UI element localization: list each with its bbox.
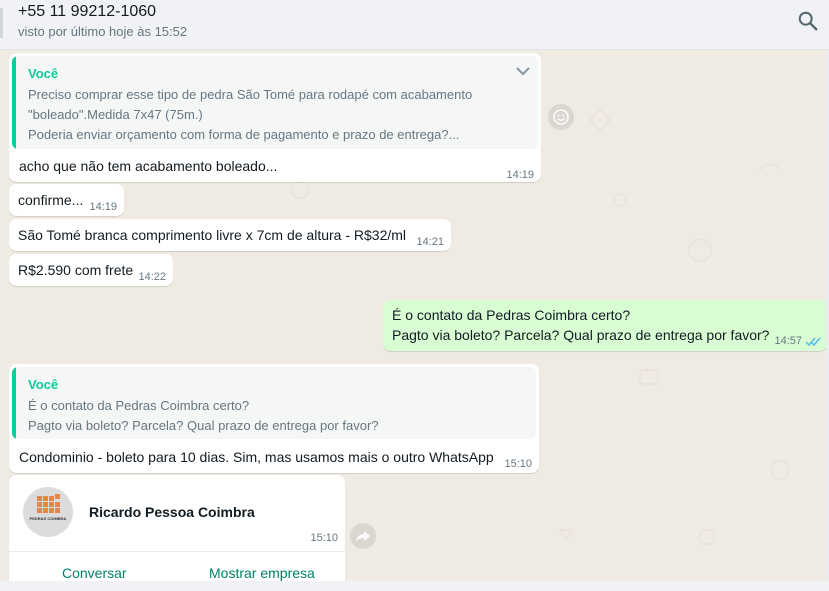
incoming-message-reply[interactable]: Você Preciso comprar esse tipo de pedra … <box>9 53 541 182</box>
quote-line: Poderia enviar orçamento com forma de pa… <box>28 127 460 142</box>
outgoing-message[interactable]: É o contato da Pedras Coimbra certo? Pag… <box>383 300 827 351</box>
chevron-down-icon[interactable] <box>516 66 530 76</box>
incoming-message[interactable]: R$2.590 com frete 14:22 <box>9 254 173 286</box>
message-text: R$2.590 com frete <box>18 262 134 278</box>
quote-author: Você <box>28 66 59 81</box>
message-text-line: É o contato da Pedras Coimbra certo? <box>392 307 631 323</box>
company-logo-text: PEDRAS COIMBRA <box>29 516 67 521</box>
message-text: confirme... <box>18 192 84 208</box>
message-time: 14:22 <box>138 271 166 283</box>
message-text: acho que não tem acabamento boleado... <box>19 158 278 174</box>
chat-with-contact-button[interactable]: Conversar <box>62 565 127 581</box>
show-business-button[interactable]: Mostrar empresa <box>209 565 315 581</box>
forward-button[interactable] <box>350 523 376 549</box>
message-time: 14:57 <box>774 335 802 347</box>
smiley-icon <box>553 109 569 125</box>
quote-line: "boleado".Medida 7x47 (75m.) <box>28 107 203 122</box>
incoming-message-reply[interactable]: Você É o contato da Pedras Coimbra certo… <box>9 364 539 473</box>
last-seen-status: visto por último hoje às 15:52 <box>18 24 188 39</box>
chat-header: +55 11 99212-1060 visto por último hoje … <box>0 0 829 50</box>
card-divider <box>9 551 345 552</box>
quote-accent-bar <box>12 56 16 149</box>
read-receipt-icon <box>805 337 821 347</box>
chat-area: Você Preciso comprar esse tipo de pedra … <box>0 50 829 581</box>
composer-edge <box>0 581 829 591</box>
search-icon[interactable] <box>797 10 819 32</box>
quote-author: Você <box>28 377 59 392</box>
header-edge <box>0 8 3 38</box>
message-text: São Tomé branca comprimento livre x 7cm … <box>18 227 407 243</box>
contact-name[interactable]: +55 11 99212-1060 <box>18 3 156 21</box>
contact-avatar[interactable]: PEDRAS COIMBRA <box>23 487 73 537</box>
quoted-message[interactable]: Você É o contato da Pedras Coimbra certo… <box>12 367 536 439</box>
emoji-reaction-button[interactable] <box>548 104 574 130</box>
message-time: 15:10 <box>504 458 532 470</box>
message-text: Condominio - boleto para 10 dias. Sim, m… <box>19 449 494 465</box>
message-time: 14:19 <box>89 201 117 213</box>
quote-line: Preciso comprar esse tipo de pedra São T… <box>28 87 473 102</box>
message-time: 14:21 <box>416 236 444 248</box>
quote-line: É o contato da Pedras Coimbra certo? <box>28 398 250 413</box>
contact-card-name: Ricardo Pessoa Coimbra <box>89 504 255 520</box>
quote-accent-bar <box>12 367 16 439</box>
forward-icon <box>356 531 370 542</box>
incoming-message[interactable]: confirme... 14:19 <box>9 184 124 216</box>
message-text-line: Pagto via boleto? Parcela? Qual prazo de… <box>392 327 770 343</box>
contact-card-message[interactable]: PEDRAS COIMBRA Ricardo Pessoa Coimbra 15… <box>9 475 345 581</box>
quoted-message[interactable]: Você Preciso comprar esse tipo de pedra … <box>12 56 538 149</box>
message-time: 15:10 <box>310 532 338 544</box>
company-logo-icon <box>37 494 60 513</box>
incoming-message[interactable]: São Tomé branca comprimento livre x 7cm … <box>9 219 451 251</box>
message-time: 14:19 <box>506 169 534 181</box>
quote-line: Pagto via boleto? Parcela? Qual prazo de… <box>28 418 379 433</box>
